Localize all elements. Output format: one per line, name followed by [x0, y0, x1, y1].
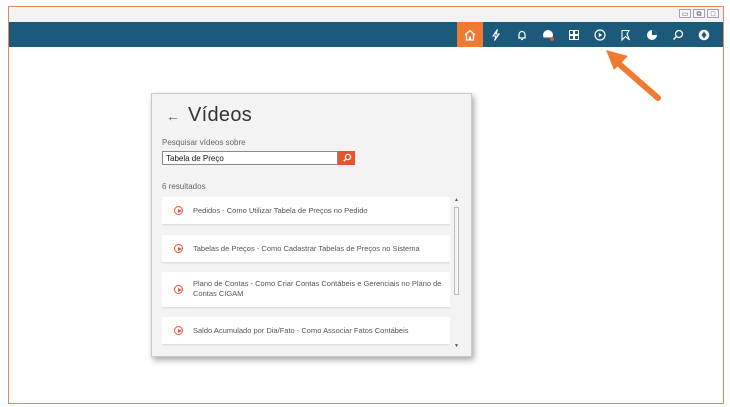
panel-title: Vídeos [188, 104, 253, 126]
pie-chart-icon[interactable] [639, 22, 665, 47]
scroll-thumb[interactable] [454, 207, 459, 295]
play-icon [174, 285, 183, 294]
scroll-down-icon[interactable]: ▼ [453, 343, 460, 349]
result-label: Plano de Contas - Como Criar Contas Cont… [193, 279, 442, 298]
top-navigation-bar [9, 22, 723, 47]
result-label: Pedidos - Como Utilizar Tabela de Preços… [193, 206, 368, 215]
bell-icon[interactable] [509, 22, 535, 47]
result-label: Saldo Acumulado por Dia/Fato - Como Asso… [193, 326, 409, 335]
results-list: Pedidos - Como Utilizar Tabela de Preços… [162, 197, 450, 347]
results-count: 6 resultados [162, 182, 206, 191]
search-icon [342, 153, 351, 162]
settings-icon[interactable] [691, 22, 717, 47]
search-label: Pesquisar vídeos sobre [162, 138, 246, 147]
scroll-up-icon[interactable]: ▲ [453, 197, 460, 203]
bookmark-icon[interactable] [613, 22, 639, 47]
list-item[interactable]: Plano de Contas - Como Criar Contas Cont… [162, 272, 450, 307]
pointer-arrow-annotation [606, 50, 661, 101]
play-icon [174, 244, 183, 253]
maximize-button[interactable]: □ [707, 9, 719, 18]
list-item[interactable]: Saldo Acumulado por Dia/Fato - Como Asso… [162, 317, 450, 344]
restore-button[interactable]: ⧉ [693, 9, 705, 18]
window-titlebar: ▭ ⧉ □ [8, 6, 724, 22]
minimize-button[interactable]: ▭ [679, 9, 691, 18]
list-item[interactable]: Tabelas de Preços - Como Cadastrar Tabel… [162, 235, 450, 262]
videos-panel: ← Vídeos Pesquisar vídeos sobre 6 result… [151, 93, 472, 357]
list-item[interactable]: Pedidos - Como Utilizar Tabela de Preços… [162, 197, 450, 224]
play-icon [174, 326, 183, 335]
user-alert-icon[interactable] [535, 22, 561, 47]
home-icon[interactable] [457, 22, 483, 47]
search-icon[interactable] [665, 22, 691, 47]
search-button[interactable] [338, 151, 355, 165]
result-label: Tabelas de Preços - Como Cadastrar Tabel… [193, 244, 420, 253]
window-controls: ▭ ⧉ □ [679, 9, 719, 18]
video-play-icon[interactable] [587, 22, 613, 47]
lightning-icon[interactable] [483, 22, 509, 47]
video-search-input[interactable] [162, 151, 338, 165]
back-arrow-icon[interactable]: ← [166, 108, 182, 124]
play-icon [174, 206, 183, 215]
toolbar [457, 22, 717, 47]
results-scrollbar[interactable]: ▲ ▼ [453, 197, 460, 349]
grid-icon[interactable] [561, 22, 587, 47]
